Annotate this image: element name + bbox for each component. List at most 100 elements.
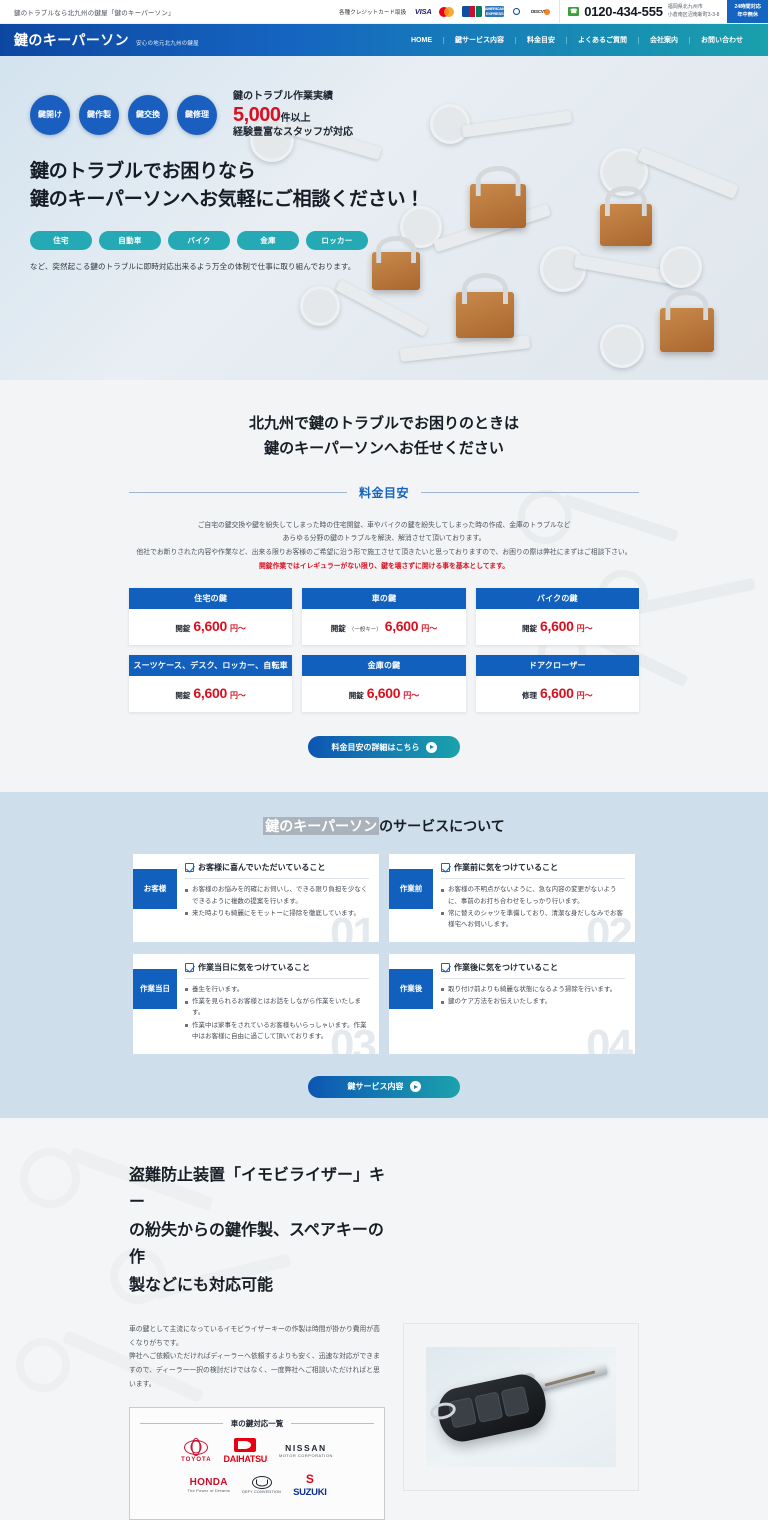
- amex-icon: AMERICAN EXPRESS: [485, 6, 505, 17]
- phone-number[interactable]: 0120-434-555: [584, 4, 663, 19]
- toyota-label: TOYOTA: [181, 1456, 212, 1463]
- diners-club-icon: [507, 6, 527, 17]
- immobilizer-content: 盗難防止装置「イモビライザー」キー の紛失からの鍵作製、スペアキーの作 製などに…: [129, 1162, 639, 1520]
- immobilizer-heading-line-2: の紛失からの鍵作製、スペアキーの作: [129, 1221, 384, 1267]
- services-detail-button-label: 鍵サービス内容: [347, 1082, 404, 1092]
- hero-headline-line-2: 鍵のキーパーソンへお気軽にご相談ください！: [30, 189, 425, 210]
- pricing-copy-line-1: ご自宅の鍵交換や鍵を紛失してしまった時の住宅開錠、車やバイクの鍵を紛失してしまっ…: [197, 521, 571, 529]
- service-card-heading-text: 作業前に気をつけていること: [454, 863, 558, 873]
- brand-name: 鍵のキーパーソン: [14, 32, 130, 48]
- hero-content: 鍵開け 鍵作製 鍵交換 鍵修理 鍵のトラブル作業実績 5,000件以上 経験豊富…: [0, 56, 768, 272]
- nav-item-faq[interactable]: よくあるご質問: [566, 36, 638, 44]
- price-card[interactable]: バイクの鍵 開錠 6,600 円〜: [475, 588, 639, 646]
- credit-cards-block: 各種クレジットカード取扱 VISA AMERICANEXPRESS DISCVE…: [339, 0, 561, 23]
- checkbox-check-icon: [185, 962, 194, 972]
- price-card-body: 開錠 6,600 円〜: [129, 676, 292, 712]
- services-section: 鍵のキーパーソン のサービスについて お客様 お客様に喜んでいただいていること お…: [0, 792, 768, 1118]
- pricing-detail-button[interactable]: 料金目安の詳細はこちら: [308, 736, 460, 759]
- hero-stat-footnote: 経験豊富なスタッフが対応: [233, 126, 353, 138]
- service-card-heading-text: 作業後に気をつけていること: [454, 962, 558, 972]
- hero-tag-locker[interactable]: ロッカー: [306, 230, 368, 250]
- arrow-right-icon: [409, 1081, 421, 1093]
- site-logo[interactable]: 鍵のキーパーソン 安心の地元北九州の鍵屋: [14, 30, 199, 50]
- price-card-sublabel: （一般キー）: [348, 627, 382, 634]
- pricing-divider: 料金目安: [129, 484, 640, 501]
- suzuki-label: SUZUKI: [293, 1487, 327, 1499]
- service-card-heading: 作業前に気をつけていること: [441, 862, 625, 880]
- list-item: 取り付け前よりも綺麗な状態になるよう掃除を行います。: [441, 984, 625, 995]
- hero-tag-car[interactable]: 自動車: [99, 230, 161, 250]
- service-card-number: 04: [586, 1020, 633, 1054]
- pricing-detail-button-label: 料金目安の詳細はこちら: [331, 742, 420, 752]
- price-card-title: バイクの鍵: [475, 588, 639, 610]
- immobilizer-columns: 車の鍵として主流になっているイモビライザーキーの作製は時間が掛かり費用が高くなり…: [129, 1323, 639, 1520]
- price-card-amount: 6,600: [384, 618, 419, 635]
- mazda-emblem-icon: [251, 1476, 272, 1490]
- nav-item-contact[interactable]: お問い合わせ: [689, 36, 754, 44]
- hero-tag-bike[interactable]: バイク: [168, 230, 230, 250]
- business-hours-badge: 24時間対応 年中無休: [727, 0, 768, 23]
- car-key-illustration: [426, 1347, 616, 1468]
- price-card-yen: 円〜: [421, 624, 438, 634]
- service-card-heading: 作業当日に気をつけていること: [185, 962, 369, 979]
- list-item: お客様の不明点がないように、急な内容の変更がないように、事前のお打ち合わせをしっ…: [441, 884, 625, 907]
- nissan-logo: NISSAN MOTOR CORPORATION: [279, 1444, 333, 1458]
- list-item: お客様のお悩みを的確にお伺いし、できる限り負担を少なくできるように複数の提案を行…: [185, 884, 369, 907]
- top-utility-bar: 鍵のトラブルなら北九州の鍵屋「鍵のキーパーソン」 各種クレジットカード取扱 VI…: [0, 0, 768, 24]
- nav-item-services[interactable]: 鍵サービス内容: [443, 36, 515, 44]
- hero-tag-home[interactable]: 住宅: [30, 230, 92, 250]
- pricing-heading: 北九州で鍵のトラブルでお困りのときは 鍵のキーパーソンへお任せください: [0, 412, 768, 462]
- hero-badge-unlock: 鍵開け: [30, 94, 70, 135]
- daihatsu-emblem-icon: [234, 1438, 257, 1453]
- divider-line-left: [140, 1423, 223, 1425]
- hero-headline: 鍵のトラブルでお困りなら 鍵のキーパーソンへお気軽にご相談ください！: [30, 158, 768, 215]
- mazda-sublabel: DEFY CONVENTION: [242, 1490, 282, 1495]
- topbar-right-group: 各種クレジットカード取扱 VISA AMERICANEXPRESS DISCVE…: [339, 0, 768, 23]
- price-card-yen: 円〜: [576, 691, 593, 701]
- service-card-heading-text: 作業当日に気をつけていること: [198, 962, 310, 972]
- nissan-sublabel: MOTOR CORPORATION: [278, 1452, 333, 1458]
- pricing-copy-line-2: あらゆる分野の鍵のトラブルを解決、解消させて頂いております。: [282, 535, 486, 543]
- service-card: 作業後 作業後に気をつけていること 取り付け前よりも綺麗な状態になるよう掃除を行…: [389, 953, 635, 1054]
- price-card-label: 開錠: [175, 691, 191, 701]
- mastercard-icon: [438, 6, 460, 17]
- service-card-list: 取り付け前よりも綺麗な状態になるよう掃除を行います。 鍵のケア方法をお伝えいたし…: [441, 984, 625, 1008]
- site-tagline: 鍵のトラブルなら北九州の鍵屋「鍵のキーパーソン」: [14, 9, 175, 17]
- nissan-label: NISSAN: [285, 1443, 327, 1454]
- car-brands-panel: 車の鍵対応一覧 TOYOTA DAIHATSU NISSAN MOTOR COR…: [129, 1407, 385, 1520]
- immobilizer-description: 車の鍵として主流になっているイモビライザーキーの作製は時間が掛かり費用が高くなり…: [129, 1323, 385, 1391]
- service-card-body: お客様に喜んでいただいていること お客様のお悩みを的確にお伺いし、できる限り負担…: [177, 854, 379, 942]
- hero-stat-value-row: 5,000件以上: [233, 104, 353, 126]
- immobilizer-copy-line-2: 弊社へご依頼いただければディーラーへ依頼するよりも安く、迅速な対応ができますので…: [129, 1353, 380, 1388]
- service-card: お客様 お客様に喜んでいただいていること お客様のお悩みを的確にお伺いし、できる…: [133, 854, 379, 942]
- service-card-tab: 作業当日: [133, 968, 177, 1009]
- service-card-list: お客様のお悩みを的確にお伺いし、できる限り負担を少なくできるように複数の提案を行…: [185, 884, 369, 919]
- nav-item-company[interactable]: 会社案内: [638, 36, 689, 44]
- key-trunk-button-icon: [474, 1391, 504, 1423]
- company-address: 福岡県北九州市 小倉南区沼南新町3-3-8: [668, 4, 720, 19]
- nav-item-home[interactable]: HOME: [400, 37, 443, 44]
- price-card[interactable]: 車の鍵 開錠 （一般キー） 6,600 円〜: [302, 588, 466, 646]
- nav-links: HOME 鍵サービス内容 料金目安 よくあるご質問 会社案内 お問い合わせ: [400, 36, 754, 44]
- pricing-copy-highlight: 開錠作業ではイレギュラーがない限り、鍵を壊さずに開ける事を基本としてます。: [259, 563, 509, 571]
- checkbox-check-icon: [185, 863, 194, 873]
- services-detail-button[interactable]: 鍵サービス内容: [308, 1075, 460, 1098]
- price-card[interactable]: 住宅の鍵 開錠 6,600 円〜: [129, 588, 293, 646]
- hero-tag-safe[interactable]: 金庫: [237, 230, 299, 250]
- price-card-amount: 6,600: [193, 685, 227, 702]
- price-card[interactable]: スーツケース、デスク、ロッカー、自転車 開錠 6,600 円〜: [129, 655, 293, 713]
- service-card-heading: お客様に喜んでいただいていること: [185, 862, 369, 880]
- price-card-body: 開錠 6,600 円〜: [129, 609, 292, 645]
- car-brands-row-2: HONDA The Power of Dreams DEFY CONVENTIO…: [140, 1473, 374, 1498]
- price-card-yen: 円〜: [403, 691, 420, 701]
- price-card-amount: 6,600: [366, 685, 401, 702]
- phone-block[interactable]: ☎ 0120-434-555 福岡県北九州市 小倉南区沼南新町3-3-8: [560, 0, 727, 23]
- car-brands-title: 車の鍵対応一覧: [230, 1419, 284, 1429]
- hero-stat-caption: 鍵のトラブル作業実績: [233, 91, 333, 102]
- immobilizer-section: 盗難防止装置「イモビライザー」キー の紛失からの鍵作製、スペアキーの作 製などに…: [0, 1117, 768, 1520]
- price-card[interactable]: 金庫の鍵 開錠 6,600 円〜: [302, 655, 466, 713]
- price-card[interactable]: ドアクローザー 修理 6,600 円〜: [475, 655, 639, 713]
- nav-item-pricing[interactable]: 料金目安: [515, 36, 566, 44]
- price-card-body: 開錠 6,600 円〜: [302, 676, 465, 712]
- freedial-icon: ☎: [568, 7, 580, 16]
